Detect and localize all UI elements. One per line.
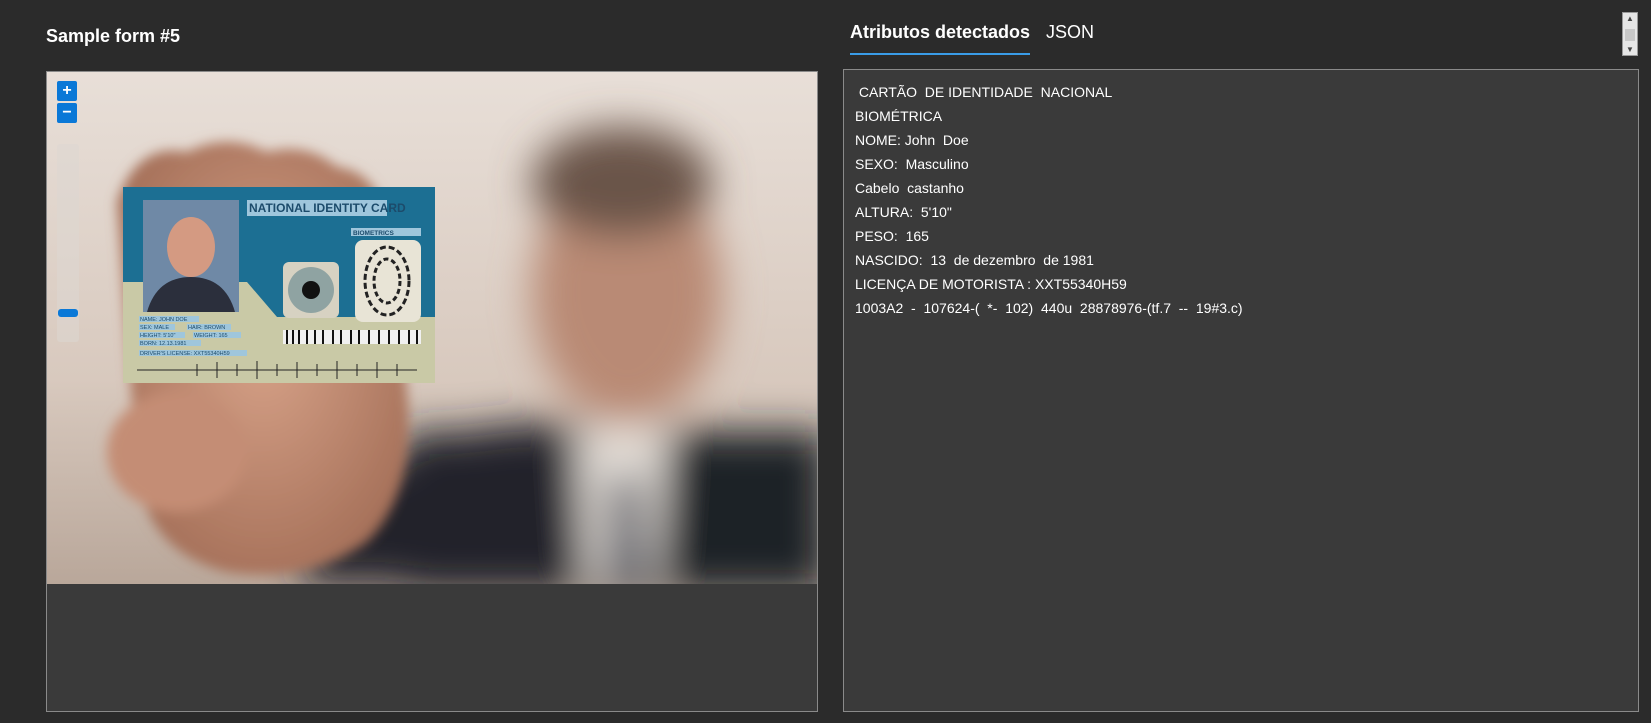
form-title: Sample form #5: [46, 26, 181, 46]
card-heading: NATIONAL IDENTITY CARD: [249, 201, 406, 215]
attribute-line: LICENÇA DE MOTORISTA : XXT55340H59: [855, 276, 1127, 292]
attribute-line: BIOMÉTRICA: [855, 108, 943, 124]
zoom-slider-handle[interactable]: [58, 309, 78, 318]
zoom-in-button[interactable]: +: [57, 81, 77, 101]
card-sex: SEX: MALE: [140, 325, 169, 331]
card-name: NAME: JOHN DOE: [140, 317, 188, 323]
attribute-line: 1003A2 - 107624-( *- 102) 440u 28878976-…: [855, 300, 1243, 316]
card-license: DRIVER'S LICENSE: XXT55340H59: [140, 351, 230, 357]
card-biometrics: BIOMETRICS: [353, 230, 394, 237]
attribute-line: NASCIDO: 13 de dezembro de 1981: [855, 252, 1094, 268]
card-height: HEIGHT: 5'10": [140, 333, 175, 339]
attribute-line: CARTÃO DE IDENTIDADE NACIONAL: [855, 84, 1113, 100]
scroll-up-icon[interactable]: ▲: [1626, 14, 1634, 23]
attribute-line: SEXO: Masculino: [855, 156, 969, 172]
attributes-panel: CARTÃO DE IDENTIDADE NACIONAL BIOMÉTRICA…: [843, 69, 1639, 712]
scrollbar-thumb[interactable]: [1625, 29, 1635, 41]
card-born: BORN: 12.13.1981: [140, 341, 186, 347]
attribute-line: NOME: John Doe: [855, 132, 969, 148]
image-viewer[interactable]: NATIONAL IDENTITY CARD BIOMETRICS NAME: …: [46, 71, 818, 712]
attribute-line: PESO: 165: [855, 228, 929, 244]
card-weight: WEIGHT: 165: [194, 333, 228, 339]
tab-json[interactable]: JSON: [1046, 22, 1094, 53]
id-card-photo: NATIONAL IDENTITY CARD BIOMETRICS NAME: …: [47, 72, 817, 584]
scrollbar[interactable]: ▲ ▼: [1622, 12, 1638, 56]
attribute-line: ALTURA: 5'10": [855, 204, 952, 220]
tab-detected-attributes[interactable]: Atributos detectados: [850, 22, 1031, 55]
card-hair: HAIR: BROWN: [188, 325, 225, 331]
zoom-out-button[interactable]: −: [57, 103, 77, 123]
attribute-line: Cabelo castanho: [855, 180, 964, 196]
zoom-slider[interactable]: [57, 144, 79, 342]
id-card: NATIONAL IDENTITY CARD BIOMETRICS NAME: …: [123, 187, 435, 383]
scroll-down-icon[interactable]: ▼: [1626, 45, 1634, 54]
